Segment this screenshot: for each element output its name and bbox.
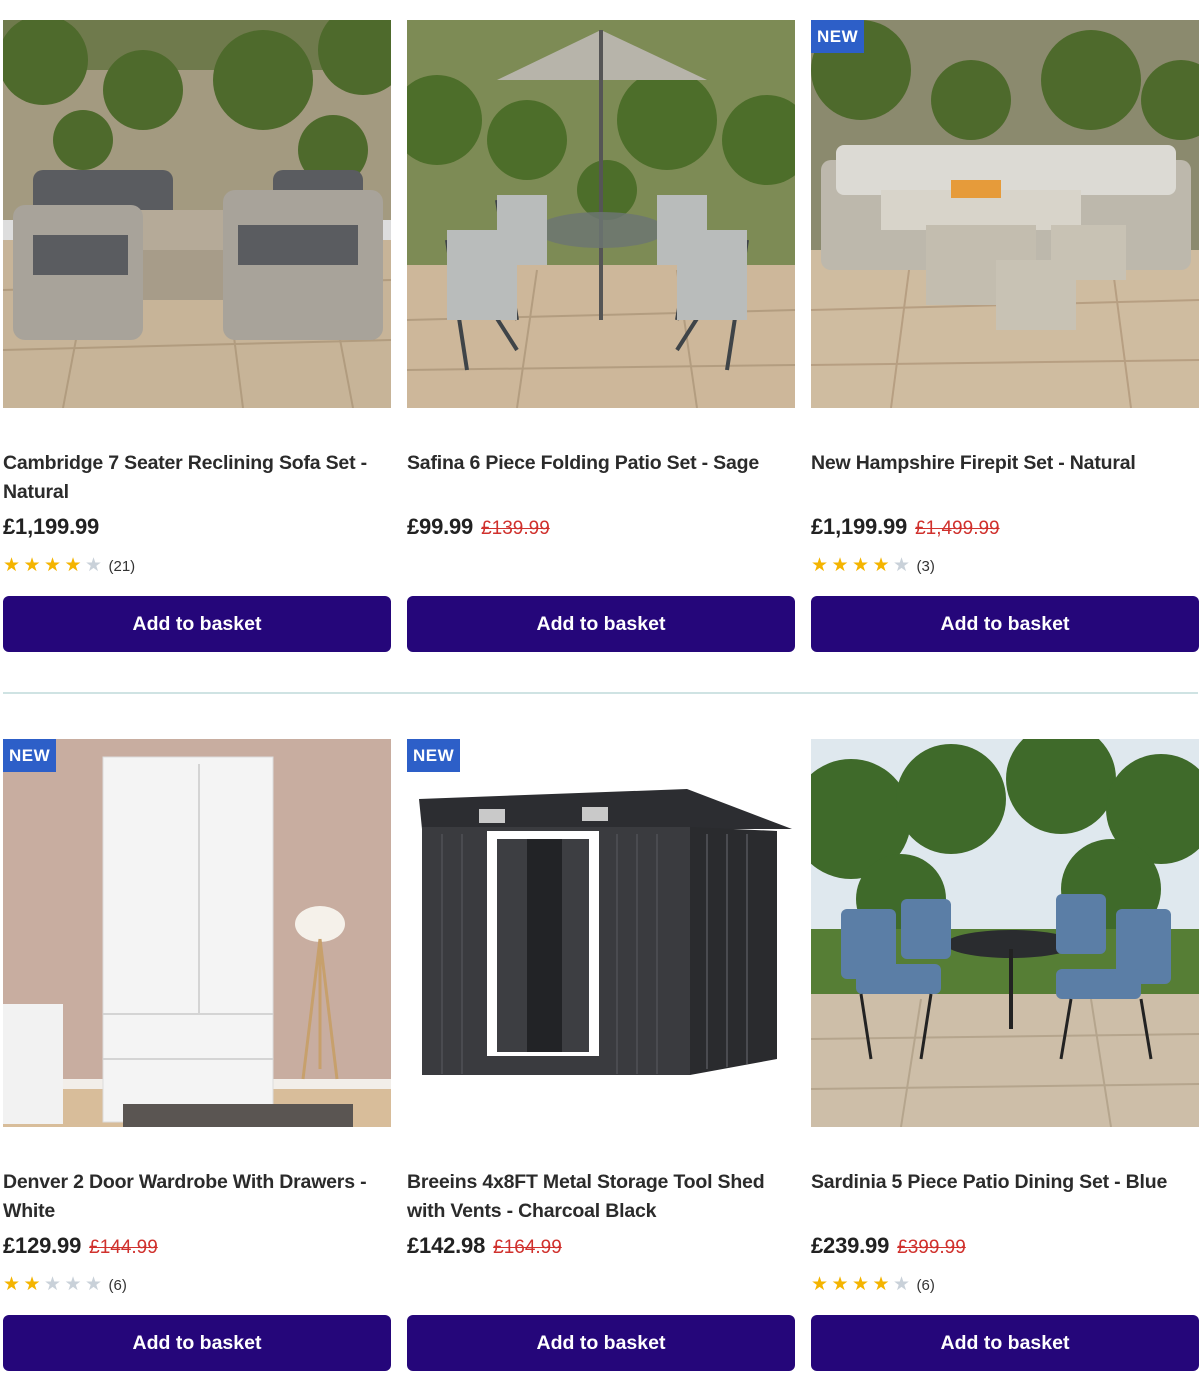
star-icon: ★ [23,555,41,576]
star-icon: ★ [872,555,890,576]
product-row-2: NEW Denver 2 Door Wardrobe With Drawers … [0,739,1200,1399]
price-block: £1,199.99 [3,514,99,544]
current-price: £1,199.99 [811,514,908,539]
product-card: NEW Denver 2 Door Wardrobe With Drawers … [3,739,391,1371]
star-rating[interactable]: ★ ★ ★ ★ ★ (6) [811,1275,935,1295]
product-title[interactable]: Safina 6 Piece Folding Patio Set - Sage [407,449,787,478]
star-icon: ★ [831,1274,849,1295]
add-to-basket-button[interactable]: Add to basket [3,1315,391,1371]
price-block: £142.98 £164.99 [407,1233,562,1263]
star-icon: ★ [811,1274,829,1295]
current-price: £239.99 [811,1233,890,1258]
star-icon: ★ [44,555,62,576]
current-price: £129.99 [3,1233,82,1258]
product-image-blue-dining-set[interactable] [811,739,1199,1127]
price-block: £129.99 £144.99 [3,1233,158,1263]
star-icon: ★ [23,1274,41,1295]
add-to-basket-button[interactable]: Add to basket [3,596,391,652]
product-image-rattan-sofa-set[interactable] [3,20,391,408]
star-rating[interactable]: ★ ★ ★ ★ ★ (3) [811,556,935,576]
product-image-firepit-set[interactable] [811,20,1199,408]
star-icon: ★ [3,555,21,576]
star-icon: ★ [893,555,911,576]
product-image-white-wardrobe[interactable] [3,739,391,1127]
star-icon: ★ [811,555,829,576]
star-icon: ★ [44,1274,62,1295]
price-block: £1,199.99 £1,499.99 [811,514,1000,544]
add-to-basket-button[interactable]: Add to basket [811,1315,1199,1371]
was-price: £1,499.99 [915,518,1000,539]
star-icon: ★ [872,1274,890,1295]
row-divider [3,692,1198,694]
current-price: £142.98 [407,1233,486,1258]
star-rating[interactable]: ★ ★ ★ ★ ★ (6) [3,1275,127,1295]
product-image-folding-patio-set[interactable] [407,20,795,408]
star-icon: ★ [831,555,849,576]
product-row-1: Cambridge 7 Seater Reclining Sofa Set - … [0,20,1200,680]
star-icon: ★ [64,555,82,576]
was-price: £139.99 [481,518,550,539]
product-card: Sardinia 5 Piece Patio Dining Set - Blue… [811,739,1199,1371]
add-to-basket-button[interactable]: Add to basket [407,1315,795,1371]
product-image-metal-shed[interactable] [407,739,795,1127]
star-icon: ★ [85,555,103,576]
product-title[interactable]: New Hampshire Firepit Set - Natural [811,449,1191,478]
product-card: NEW New Hampshire Firepit Set - Natural … [811,20,1199,652]
new-badge: NEW [811,20,865,53]
product-title[interactable]: Denver 2 Door Wardrobe With Drawers - Wh… [3,1168,383,1226]
product-title[interactable]: Breeins 4x8FT Metal Storage Tool Shed wi… [407,1168,787,1226]
add-to-basket-button[interactable]: Add to basket [811,596,1199,652]
price-block: £239.99 £399.99 [811,1233,966,1263]
review-count: (6) [108,1276,127,1294]
star-icon: ★ [85,1274,103,1295]
review-count: (6) [916,1276,935,1294]
new-badge: NEW [3,739,57,772]
was-price: £144.99 [89,1237,158,1258]
was-price: £399.99 [897,1237,966,1258]
star-icon: ★ [852,1274,870,1295]
star-icon: ★ [852,555,870,576]
review-count: (21) [108,557,136,575]
star-icon: ★ [64,1274,82,1295]
star-icon: ★ [893,1274,911,1295]
current-price: £99.99 [407,514,474,539]
new-badge: NEW [407,739,461,772]
was-price: £164.99 [493,1237,562,1258]
current-price: £1,199.99 [3,514,100,539]
product-card: Cambridge 7 Seater Reclining Sofa Set - … [3,20,391,652]
product-card: Safina 6 Piece Folding Patio Set - Sage … [407,20,795,652]
product-title[interactable]: Sardinia 5 Piece Patio Dining Set - Blue [811,1168,1191,1197]
star-rating[interactable]: ★ ★ ★ ★ ★ (21) [3,556,135,576]
review-count: (3) [916,557,935,575]
product-card: NEW Breeins 4x8FT Metal Storage Tool She… [407,739,795,1371]
add-to-basket-button[interactable]: Add to basket [407,596,795,652]
star-icon: ★ [3,1274,21,1295]
product-title[interactable]: Cambridge 7 Seater Reclining Sofa Set - … [3,449,383,507]
price-block: £99.99 £139.99 [407,514,550,544]
